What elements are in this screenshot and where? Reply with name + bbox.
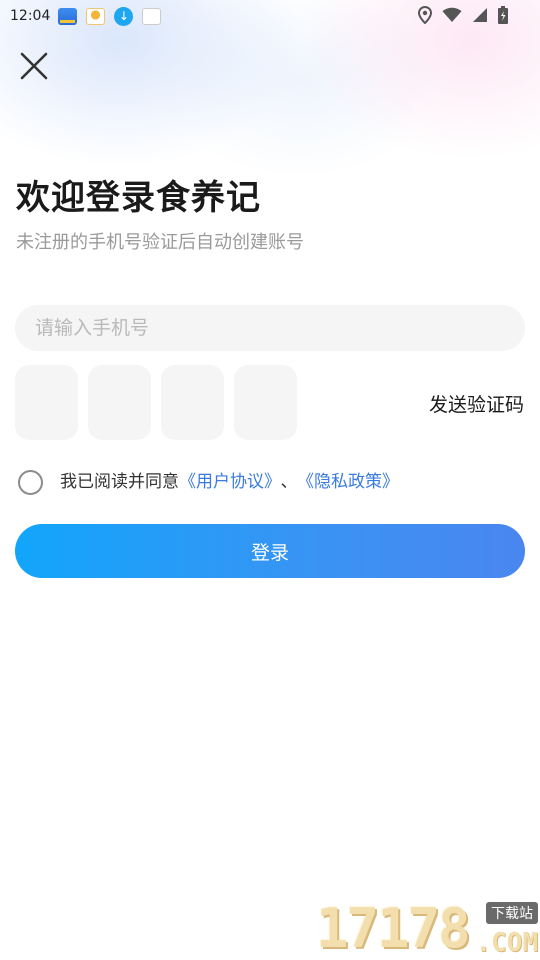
- user-agreement-link[interactable]: 《用户协议》: [179, 472, 273, 492]
- page-title: 欢迎登录食养记: [16, 178, 261, 218]
- verification-code-box-2[interactable]: [88, 365, 151, 440]
- watermark-suffix: .COM: [475, 928, 538, 958]
- verification-code-box-3[interactable]: [161, 365, 224, 440]
- login-button[interactable]: 登录: [15, 524, 525, 578]
- signal-icon: [473, 8, 487, 22]
- agreement-text: 我已阅读并同意《用户协议》、《隐私政策》: [60, 470, 399, 494]
- login-screen: 12:04 ↓ 欢迎登录食养记 未注册的手机号验证后自动创建账号 请输入手机号 …: [0, 0, 540, 960]
- app-notification-icon: [86, 7, 106, 25]
- close-icon: [20, 52, 48, 80]
- battery-icon: [498, 6, 508, 24]
- download-icon: ↓: [114, 6, 134, 26]
- phone-number-input[interactable]: [15, 305, 525, 351]
- status-indicators: [418, 6, 508, 24]
- watermark-tag: 下载站: [486, 902, 538, 924]
- verification-code-box-1[interactable]: [15, 365, 78, 440]
- site-watermark: 17178 下载站 .COM: [316, 898, 540, 960]
- agreement-prefix: 我已阅读并同意: [60, 472, 179, 492]
- privacy-policy-link[interactable]: 《隐私政策》: [306, 472, 400, 492]
- watermark-number: 17178: [316, 897, 471, 960]
- agreement-separator: 、: [280, 472, 298, 492]
- status-time: 12:04: [10, 8, 51, 24]
- location-icon: [418, 6, 432, 24]
- app-notification-icon: [58, 7, 78, 25]
- close-button[interactable]: [18, 50, 50, 82]
- app-notification-icon: [142, 7, 162, 25]
- status-bar: 12:04 ↓: [0, 0, 540, 32]
- wifi-icon: [442, 7, 462, 22]
- agreement-checkbox[interactable]: [18, 470, 43, 495]
- verification-code-box-4[interactable]: [234, 365, 297, 440]
- page-subtitle: 未注册的手机号验证后自动创建账号: [16, 232, 304, 253]
- send-code-button[interactable]: 发送验证码: [429, 390, 524, 417]
